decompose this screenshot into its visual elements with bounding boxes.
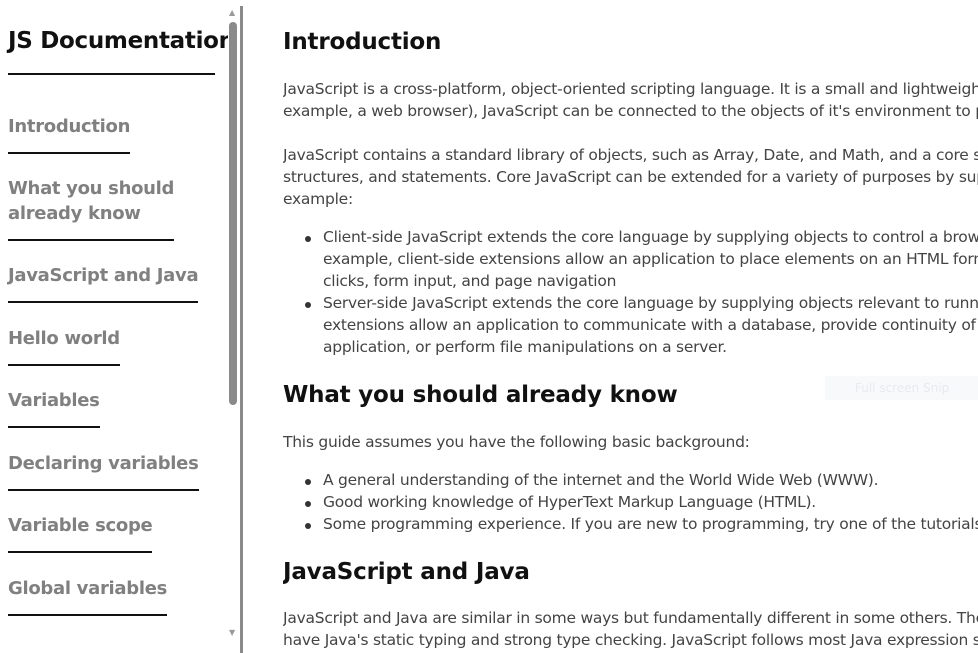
sidebar-divider <box>240 6 243 653</box>
nav-link-declaring-variables[interactable]: Declaring variables <box>8 451 199 491</box>
list-item-line: clicks, form input, and page navigation <box>323 272 617 290</box>
nav-link-line: already know <box>8 203 141 224</box>
list-item-line: Client-side JavaScript extends the core … <box>323 228 978 246</box>
paragraph-line: JavaScript contains a standard library o… <box>283 146 978 164</box>
paragraph-line: JavaScript is a cross-platform, object-o… <box>283 80 978 98</box>
paragraph-line: example: <box>283 190 353 208</box>
bullet-icon <box>305 479 311 485</box>
list-item-line: application, or perform file manipulatio… <box>323 338 727 356</box>
bullet-icon <box>305 302 311 308</box>
title-divider <box>8 73 215 75</box>
list-item-line: Some programming experience. If you are … <box>323 515 978 533</box>
list-item-line: extensions allow an application to commu… <box>323 316 978 334</box>
full-screen-snip-overlay[interactable]: Full screen Snip <box>825 376 978 400</box>
nav-link-variables[interactable]: Variables <box>8 388 100 428</box>
scroll-up-arrow-icon[interactable]: ▲ <box>229 8 235 17</box>
list-item-line: Good working knowledge of HyperText Mark… <box>323 493 816 511</box>
list-item-line: Server-side JavaScript extends the core … <box>323 294 978 312</box>
nav-link-hello-world[interactable]: Hello world <box>8 326 120 366</box>
sidebar-title: JS Documentation <box>8 28 228 54</box>
section-heading-javascript-and-java: JavaScript and Java <box>283 559 530 585</box>
paragraph-line: JavaScript and Java are similar in some … <box>283 609 978 627</box>
main-content: Introduction JavaScript is a cross-platf… <box>283 0 978 653</box>
section-heading-introduction: Introduction <box>283 29 442 55</box>
scroll-down-arrow-icon[interactable]: ▼ <box>229 628 235 637</box>
paragraph-line: structures, and statements. Core JavaScr… <box>283 168 978 186</box>
nav-link-javascript-and-java[interactable]: JavaScript and Java <box>8 263 199 303</box>
paragraph-line: This guide assumes you have the followin… <box>283 433 750 451</box>
list-item-line: A general understanding of the internet … <box>323 471 879 489</box>
paragraph-line: have Java's static typing and strong typ… <box>283 631 978 649</box>
bullet-icon <box>305 236 311 242</box>
nav-link-variable-scope[interactable]: Variable scope <box>8 513 153 553</box>
paragraph-line: example, a web browser), JavaScript can … <box>283 102 978 120</box>
bullet-icon <box>305 523 311 529</box>
list-item-line: example, client-side extensions allow an… <box>323 250 978 268</box>
nav-link-line: What you should <box>8 178 175 199</box>
nav-link-global-variables[interactable]: Global variables <box>8 576 167 616</box>
nav-link-introduction[interactable]: Introduction <box>8 114 130 154</box>
sidebar: JS Documentation Introduction What you s… <box>0 0 228 653</box>
bullet-icon <box>305 501 311 507</box>
scrollbar-thumb[interactable] <box>229 22 237 405</box>
section-heading-what-you-should-already-know: What you should already know <box>283 382 678 408</box>
nav-link-what-you-should-already-know[interactable]: What you should already know <box>8 176 174 241</box>
